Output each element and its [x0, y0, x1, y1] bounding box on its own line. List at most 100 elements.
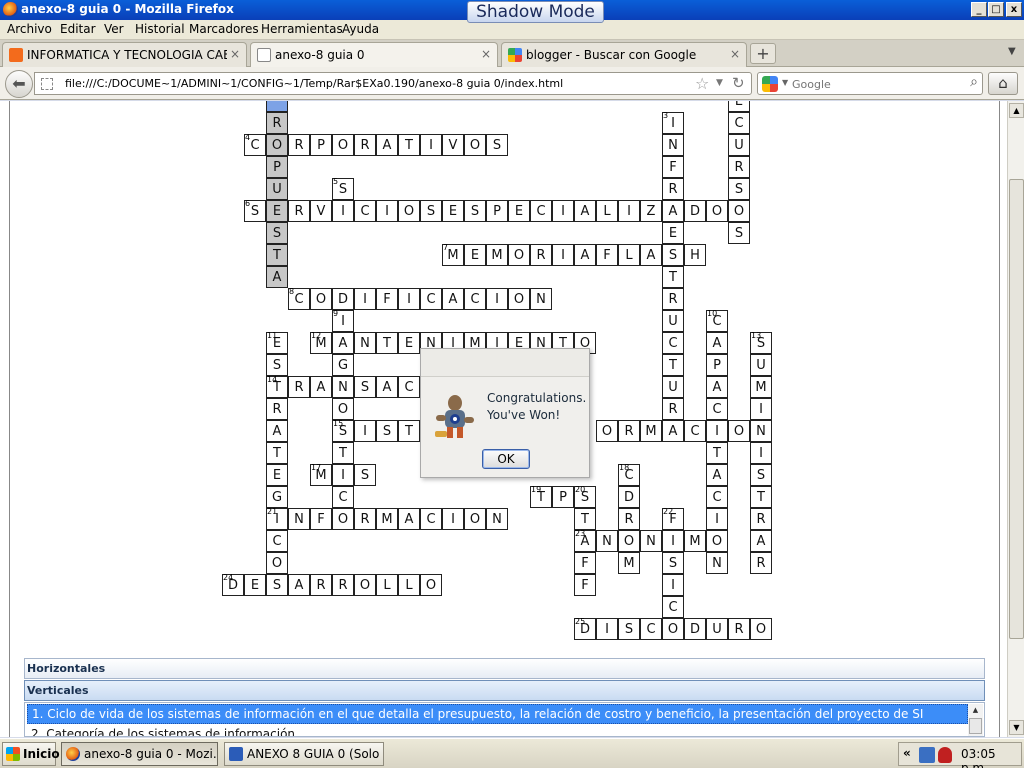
crossword-cell[interactable]: R	[662, 398, 684, 420]
crossword-cell[interactable]: R	[288, 200, 310, 222]
crossword-cell[interactable]: U	[706, 618, 728, 640]
tab-anexo[interactable]: anexo-8 guia 0 ×	[250, 42, 498, 67]
crossword-cell[interactable]: I	[552, 200, 574, 222]
crossword-cell[interactable]: C	[706, 486, 728, 508]
crossword-cell[interactable]: C	[398, 376, 420, 398]
crossword-cell[interactable]: V	[310, 200, 332, 222]
crossword-cell[interactable]: T	[750, 486, 772, 508]
clue-list[interactable]: 1. Ciclo de vida de los sistemas de info…	[24, 702, 985, 737]
crossword-cell[interactable]: I	[332, 200, 354, 222]
crossword-cell[interactable]: 14 T	[266, 375, 288, 398]
crossword-cell[interactable]: S	[728, 222, 750, 244]
crossword-cell[interactable]: O	[464, 134, 486, 156]
crossword-cell[interactable]: 13 S	[750, 331, 772, 354]
crossword-cell[interactable]: N	[706, 552, 728, 574]
ok-button[interactable]: OK	[482, 449, 530, 469]
crossword-cell[interactable]: I	[706, 508, 728, 530]
crossword-cell[interactable]: A	[332, 332, 354, 354]
crossword-cell[interactable]: U	[750, 354, 772, 376]
crossword-cell[interactable]: F	[596, 244, 618, 266]
crossword-cell[interactable]: S	[354, 376, 376, 398]
horizontales-header[interactable]: Horizontales	[24, 658, 985, 679]
crossword-cell[interactable]: F	[376, 288, 398, 310]
crossword-cell[interactable]: C	[464, 288, 486, 310]
crossword-cell[interactable]: S	[266, 574, 288, 596]
crossword-cell[interactable]: 8C	[288, 287, 310, 310]
crossword-cell[interactable]: 11 E	[266, 331, 288, 354]
crossword-cell[interactable]: C	[662, 332, 684, 354]
bookmark-star-icon[interactable]: ☆	[695, 74, 709, 93]
crossword-cell[interactable]: N	[486, 508, 508, 530]
menu-ver[interactable]: Ver	[104, 22, 124, 36]
menu-ayuda[interactable]: Ayuda	[342, 22, 379, 36]
crossword-cell[interactable]: P	[706, 354, 728, 376]
crossword-cell[interactable]: I	[354, 420, 376, 442]
crossword-cell[interactable]: I	[332, 464, 354, 486]
clue-item[interactable]: 1. Ciclo de vida de los sistemas de info…	[27, 704, 968, 724]
crossword-cell[interactable]: C	[266, 530, 288, 552]
crossword-cell[interactable]: C	[662, 596, 684, 618]
crossword-cell[interactable]: 24 D	[222, 573, 244, 596]
tab-close-icon[interactable]: ×	[730, 47, 740, 61]
crossword-cell[interactable]: I	[750, 398, 772, 420]
scroll-up-icon[interactable]: ▲	[968, 704, 983, 717]
crossword-cell[interactable]: R	[310, 574, 332, 596]
crossword-cell[interactable]: A	[706, 376, 728, 398]
crossword-cell[interactable]: N	[288, 508, 310, 530]
crossword-cell[interactable]: 5S	[332, 177, 354, 200]
crossword-cell[interactable]: I	[618, 200, 640, 222]
crossword-cell[interactable]: T	[332, 442, 354, 464]
crossword-cell[interactable]: N	[596, 530, 618, 552]
crossword-cell[interactable]: A	[750, 530, 772, 552]
crossword-cell[interactable]: P	[486, 200, 508, 222]
crossword-cell[interactable]: U	[728, 134, 750, 156]
crossword-cell[interactable]: U	[266, 178, 288, 200]
list-all-tabs-icon[interactable]: ▼	[1008, 46, 1016, 57]
antivirus-shield-icon[interactable]	[938, 747, 952, 763]
crossword-cell[interactable]: C	[684, 420, 706, 442]
crossword-cell[interactable]: N	[662, 134, 684, 156]
crossword-cell[interactable]: U	[662, 310, 684, 332]
crossword-cell[interactable]: E	[266, 464, 288, 486]
crossword-cell[interactable]: N	[354, 332, 376, 354]
crossword-cell[interactable]: I	[376, 200, 398, 222]
crossword-cell[interactable]: O	[354, 574, 376, 596]
crossword-cell[interactable]: D	[618, 486, 640, 508]
crossword-cell[interactable]: S	[486, 134, 508, 156]
crossword-cell[interactable]: O	[332, 134, 354, 156]
crossword-cell[interactable]: I	[596, 618, 618, 640]
crossword-cell[interactable]: T	[574, 508, 596, 530]
taskbar-item-firefox[interactable]: anexo-8 guia 0 - Mozi...	[61, 742, 218, 766]
clue-list-scrollbar[interactable]: ▲	[968, 704, 983, 736]
crossword-cell[interactable]: 23 A	[574, 529, 596, 552]
crossword-cell[interactable]: D	[684, 618, 706, 640]
crossword-cell[interactable]: S	[354, 464, 376, 486]
crossword-cell[interactable]: T	[706, 442, 728, 464]
crossword-cell[interactable]: A	[706, 332, 728, 354]
crossword-cell[interactable]: I	[398, 288, 420, 310]
crossword-cell[interactable]: S	[376, 420, 398, 442]
crossword-cell[interactable]: F	[574, 552, 596, 574]
start-button[interactable]: Inicio	[2, 742, 60, 766]
crossword-cell[interactable]: 20 S	[574, 485, 596, 508]
scroll-up-button[interactable]: ▲	[1009, 103, 1024, 118]
crossword-cell[interactable]: R	[332, 574, 354, 596]
shadow-mode-badge[interactable]: Shadow Mode	[467, 1, 604, 23]
close-button[interactable]: x	[1006, 2, 1022, 17]
crossword-cell[interactable]: E	[508, 200, 530, 222]
crossword-cell[interactable]: O	[464, 508, 486, 530]
crossword-cell[interactable]: P	[552, 486, 574, 508]
crossword-cell[interactable]: T	[398, 134, 420, 156]
crossword-cell[interactable]: O	[310, 288, 332, 310]
crossword-cell[interactable]	[266, 101, 288, 112]
crossword-cell[interactable]: E	[662, 222, 684, 244]
crossword-cell[interactable]: P	[310, 134, 332, 156]
crossword-cell[interactable]: 4C	[244, 133, 266, 156]
menu-historial[interactable]: Historial	[135, 22, 185, 36]
google-search-engine-icon[interactable]	[762, 76, 778, 92]
crossword-cell[interactable]: T	[266, 442, 288, 464]
crossword-cell[interactable]: 7M	[442, 243, 464, 266]
url-history-dropdown-icon[interactable]: ▼	[716, 78, 723, 88]
crossword-cell[interactable]: S	[728, 178, 750, 200]
crossword-cell[interactable]: E	[398, 332, 420, 354]
